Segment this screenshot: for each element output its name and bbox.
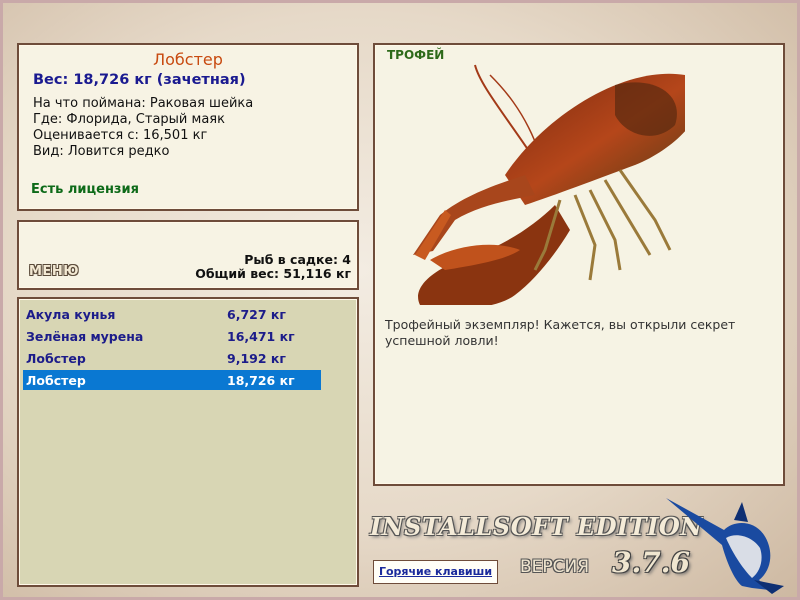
list-item-name: Зелёная мурена — [26, 329, 144, 344]
list-item[interactable]: Акула кунья 6,727 кг — [23, 304, 321, 324]
list-item-name: Лобстер — [26, 351, 86, 366]
list-item-selected[interactable]: Лобстер 18,726 кг — [23, 370, 321, 390]
list-item-weight: 9,192 кг — [227, 351, 286, 366]
hotkeys-link[interactable]: Горячие клавиши — [373, 560, 498, 584]
fish-info-panel: Лобстер Вес: 18,726 кг (зачетная) На что… — [17, 43, 359, 211]
edition-logo: INSTALLSOFT EDITION — [370, 512, 703, 541]
fish-kind: Вид: Ловится редко — [33, 144, 170, 159]
list-item[interactable]: Лобстер 9,192 кг — [23, 348, 321, 368]
license-status: Есть лицензия — [31, 182, 139, 197]
trophy-message: Трофейный экземпляр! Кажется, вы открыли… — [385, 317, 736, 348]
fish-valued-from: Оценивается с: 16,501 кг — [33, 128, 208, 143]
list-item-weight: 6,727 кг — [227, 307, 286, 322]
fish-count: Рыб в садке: 4 — [244, 252, 351, 267]
marlin-icon — [666, 498, 784, 594]
trophy-panel: ТРОФЕЙ Трофейный экземпляр! Кажется, вы … — [373, 43, 785, 486]
lobster-image — [413, 64, 685, 305]
fish-location: Где: Флорида, Старый маяк — [33, 112, 225, 127]
list-item[interactable]: Зелёная мурена 16,471 кг — [23, 326, 321, 346]
fish-name: Лобстер — [153, 50, 223, 69]
fish-bait: На что поймана: Раковая шейка — [33, 96, 254, 111]
menu-button[interactable]: МЕНЮ — [29, 264, 79, 279]
keepnet-stats-panel: МЕНЮ Рыб в садке: 4 Общий вес: 51,116 кг — [17, 220, 359, 290]
list-item-weight: 18,726 кг — [227, 373, 295, 388]
version-label: ВЕРСИЯ — [520, 557, 590, 577]
fish-weight: Вес: 18,726 кг (зачетная) — [33, 72, 246, 88]
total-weight: Общий вес: 51,116 кг — [195, 266, 351, 281]
list-item-weight: 16,471 кг — [227, 329, 295, 344]
list-item-name: Акула кунья — [26, 307, 116, 322]
trophy-badge: ТРОФЕЙ — [387, 48, 445, 62]
catch-list: Акула кунья 6,727 кг Зелёная мурена 16,4… — [17, 297, 359, 587]
list-item-name: Лобстер — [26, 373, 86, 388]
